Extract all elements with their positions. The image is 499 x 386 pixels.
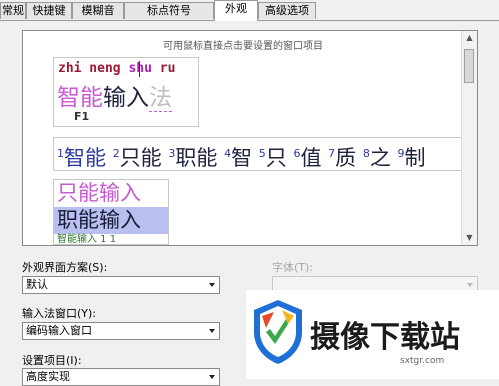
horizontal-candidate-window[interactable]: 1智能 2只能 3职能 4智 5只 6值 7质 8之 9制 bbox=[53, 137, 473, 171]
candidate-number: 5 bbox=[258, 147, 266, 160]
text-caret bbox=[139, 61, 140, 77]
tab-bar: 常规 快捷键 模糊音 标点符号 外观 高级选项 bbox=[0, 0, 499, 22]
preview-scrollbar[interactable]: ▲ ▼ bbox=[461, 31, 477, 245]
composition-current: 输入 bbox=[103, 85, 149, 111]
composition-pending: 法 bbox=[149, 85, 172, 112]
candidate-word: 只能 bbox=[119, 146, 162, 170]
scheme-select-value: 默认 bbox=[26, 278, 48, 291]
candidate-word: 之 bbox=[369, 146, 391, 170]
pinyin-main: zhi neng bbox=[58, 61, 129, 76]
scroll-up-arrow-icon[interactable]: ▲ bbox=[462, 31, 477, 45]
items-select[interactable]: 高度实现 bbox=[22, 368, 220, 386]
candidate-word: 职能 bbox=[175, 146, 218, 170]
chevron-down-icon bbox=[209, 375, 215, 379]
chevron-down-icon bbox=[209, 283, 215, 287]
vertical-candidate-window[interactable]: 只能输入 职能输入 智能输入 1 1 bbox=[53, 179, 169, 245]
pinyin-input-line: zhi neng shu ru bbox=[58, 61, 175, 76]
scheme-select[interactable]: 默认 bbox=[22, 276, 220, 294]
items-label: 设置项目(I): bbox=[22, 354, 82, 367]
candidate-number: 2 bbox=[112, 147, 120, 160]
scroll-down-arrow-icon[interactable]: ▼ bbox=[462, 231, 477, 245]
pinyin-rest: ru bbox=[151, 61, 176, 76]
preview-hint: 可用鼠标直接点击要设置的窗口项目 bbox=[163, 41, 323, 52]
pinyin-partial: shu bbox=[128, 61, 152, 76]
key-hint: F1 bbox=[74, 110, 90, 123]
tab-appearance[interactable]: 外观 bbox=[214, 0, 258, 21]
vertical-candidate: 只能输入 bbox=[57, 181, 141, 205]
shield-logo-icon bbox=[254, 300, 302, 364]
tab-punctuation[interactable]: 标点符号 bbox=[124, 2, 214, 19]
tab-advanced[interactable]: 高级选项 bbox=[258, 2, 316, 19]
window-label: 输入法窗口(Y): bbox=[22, 307, 97, 320]
tab-general[interactable]: 常规 bbox=[0, 2, 26, 19]
candidate-word: 值 bbox=[300, 146, 322, 170]
watermark-site-name: 摄像下载站 bbox=[310, 320, 460, 355]
tab-shortcuts[interactable]: 快捷键 bbox=[26, 2, 72, 19]
candidate-word: 制 bbox=[404, 146, 426, 170]
candidate-word: 质 bbox=[335, 146, 357, 170]
composition-text: 智能输入法 bbox=[57, 78, 172, 112]
items-select-value: 高度实现 bbox=[26, 370, 70, 383]
composition-confirmed: 智能 bbox=[57, 85, 103, 111]
appearance-preview[interactable]: 可用鼠标直接点击要设置的窗口项目 zhi neng shu ru 智能输入法 F… bbox=[22, 30, 478, 246]
watermark: 摄像下载站 sxtgr.com bbox=[246, 290, 499, 379]
tab-fuzzy[interactable]: 模糊音 bbox=[72, 2, 124, 19]
chevron-down-icon bbox=[209, 329, 215, 333]
candidate-number: 1 bbox=[57, 147, 64, 160]
scroll-thumb[interactable] bbox=[464, 49, 474, 83]
candidate-number: 4 bbox=[224, 147, 232, 160]
scheme-label: 外观界面方案(S): bbox=[22, 261, 108, 274]
candidate-number: 9 bbox=[397, 147, 405, 160]
candidate-word: 只 bbox=[265, 146, 287, 170]
watermark-url: sxtgr.com bbox=[400, 356, 445, 366]
candidate-number: 8 bbox=[362, 147, 370, 160]
vertical-candidate-selected: 职能输入 bbox=[54, 207, 168, 234]
window-select[interactable]: 编码输入窗口 bbox=[22, 322, 220, 340]
candidate-word: 智能 bbox=[64, 146, 106, 170]
candidate-word: 智 bbox=[231, 146, 253, 170]
chevron-down-icon bbox=[467, 283, 473, 287]
font-label: 字体(T): bbox=[272, 261, 314, 274]
composition-window[interactable]: zhi neng shu ru 智能输入法 F1 bbox=[53, 57, 199, 127]
window-select-value: 编码输入窗口 bbox=[26, 324, 92, 337]
vertical-candidate: 智能输入 1 1 bbox=[57, 234, 117, 245]
